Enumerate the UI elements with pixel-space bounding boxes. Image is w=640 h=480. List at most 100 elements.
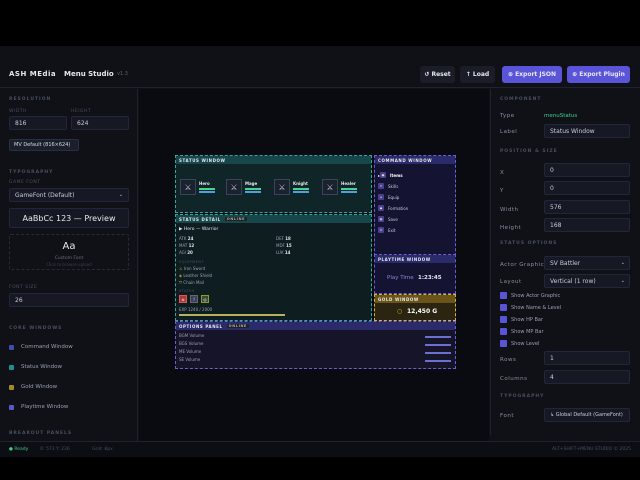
preset-chip[interactable]: MV Default (816×624) [9,139,79,151]
option-label: ME Volume [179,349,202,354]
width-input[interactable]: 816 [9,116,67,130]
swords-icon: ⚔ [180,179,196,195]
status-detail-window[interactable]: STATUS DETAIL ONLINE ▶ Hero — Warrior AT… [175,214,372,321]
command-item-items[interactable]: ▸ ▣ Items [378,170,403,180]
hero-line-text: Hero — Warrior [183,227,219,232]
window-item-playtime[interactable]: Playtime Window [9,399,131,415]
mp-bar [245,191,261,193]
options-panel-title-text: OPTIONS PANEL [179,323,223,329]
color-swatch [9,344,14,350]
stat-value: 24 [187,236,194,241]
font-select[interactable]: ↳ Global Default (GameFont) [544,408,630,422]
option-label: BGS Volume [179,341,204,346]
command-label: Formation [388,205,409,211]
stat-agi: AGI 20 [179,250,193,255]
command-item-equip[interactable]: ⚔ Equip [378,192,399,202]
height-label: Height [500,225,522,231]
option-label: BGM Volume [179,333,205,338]
window-item-status[interactable]: Status Window [9,359,131,375]
rows-input[interactable]: 1 [544,351,630,365]
command-label: Equip [388,194,400,200]
width-input[interactable]: 576 [544,200,630,214]
volume-bar[interactable] [425,352,451,354]
checkbox-show-level[interactable] [500,340,507,347]
option-row[interactable]: ME Volume [179,349,455,357]
command-window-title: COMMAND WINDOW [375,156,455,164]
game-font-select[interactable]: GameFont (Default) ⌄ [9,188,129,202]
chevron-down-icon: ⌄ [620,260,625,266]
swords-icon: ⚔ [322,179,338,195]
volume-bar[interactable] [425,360,451,362]
option-row[interactable]: SE Volume [179,357,455,365]
reset-button[interactable]: ↺ Reset [420,66,455,83]
equip-name: Leather Shield [183,273,213,278]
volume-bar[interactable] [425,336,451,338]
equip-item: ◈ Leather Shield [179,273,212,278]
formation-icon: ◆ [378,205,384,211]
top-bar: ASH MEdia Menu Studio v1.3 ↺ Reset ↑ Loa… [0,60,640,88]
status-detail-title-text: STATUS DETAIL [179,216,221,222]
save-icon: ▤ [378,216,384,222]
swords-icon: ⚔ [274,179,290,195]
status-options-section-title: STATUS OPTIONS [500,241,558,246]
chevron-down-icon: ⌄ [118,192,123,198]
stat-key: ATK [179,236,187,241]
option-row[interactable]: BGM Volume [179,333,455,341]
skill-icon: ✦ [378,183,384,189]
actor-graphic-select[interactable]: SV Battler ⌄ [544,256,630,270]
playtime-window[interactable]: PLAYTIME WINDOW Play Time 1:23:45 [374,254,456,294]
height-input[interactable]: 624 [71,116,129,130]
label-label: Label [500,129,518,135]
actor-slot: ⚔ Mage [226,179,274,199]
checkbox-show-mp-bar[interactable] [500,328,507,335]
editor-canvas[interactable]: STATUS WINDOW ⚔ Hero ⚔ Mage ⚔ Knight ⚔ H… [139,89,489,441]
custom-font-glyph: Aa [62,241,76,252]
options-panel[interactable]: OPTIONS PANEL ONLINE BGM Volume BGS Volu… [175,321,456,369]
export-json-button[interactable]: ⊕ Export JSON [502,66,562,83]
actor-graphic-label: Actor Graphic [500,262,545,268]
checkbox-show-actor-graphic[interactable] [500,292,507,299]
options-panel-title: OPTIONS PANEL ONLINE [176,322,455,330]
actor-slot: ⚔ Hero [180,179,228,199]
breakout-section-title: BREAKOUT PANELS [9,431,73,436]
window-item-command[interactable]: Command Window [9,339,131,355]
font-size-input[interactable]: 26 [9,293,129,307]
volume-bar[interactable] [425,344,451,346]
load-button[interactable]: ↑ Load [460,66,495,83]
type-label: Type [500,113,515,119]
mp-bar [293,191,309,193]
command-item-skills[interactable]: ✦ Skills [378,181,398,191]
label-input[interactable]: Status Window [544,124,630,138]
gold-window[interactable]: GOLD WINDOW ○ 12,450 G [374,294,456,321]
actor-slot: ⚔ Healer [322,179,370,199]
resolution-section-title: RESOLUTION [9,97,52,102]
command-window[interactable]: COMMAND WINDOW ▸ ▣ Items ✦ Skills ⚔ Equip ◆ F… [374,155,456,261]
color-swatch [9,384,14,390]
checkbox-show-name-level[interactable] [500,304,507,311]
custom-font-dropzone[interactable]: Aa Custom Font Click to browse upload [9,234,129,270]
exp-text: EXP 1240 / 2000 [179,307,213,312]
window-item-gold[interactable]: Gold Window [9,379,131,395]
layout-select[interactable]: Vertical (1 row) ⌄ [544,274,630,288]
status-window[interactable]: STATUS WINDOW ⚔ Hero ⚔ Mage ⚔ Knight ⚔ H… [175,155,372,213]
rows-label: Rows [500,357,517,363]
checkbox-show-hp-bar[interactable] [500,316,507,323]
window-item-label: Playtime Window [21,404,69,410]
actor-graphic-value: SV Battler [550,259,581,267]
y-input[interactable]: 0 [544,181,630,195]
stat-value: 12 [188,243,195,248]
equip-name: Chain Mail [183,280,205,285]
x-label: X [500,170,505,176]
stat-key: MAT [179,243,188,248]
x-input[interactable]: 0 [544,163,630,177]
columns-input[interactable]: 4 [544,370,630,384]
color-swatch [9,364,14,370]
actor-name: Hero [199,181,210,186]
command-item-formation[interactable]: ◆ Formation [378,203,408,213]
stat-atk: ATK 24 [179,236,193,241]
height-input[interactable]: 168 [544,218,630,232]
option-row[interactable]: BGS Volume [179,341,455,349]
export-plugin-button[interactable]: ⊕ Export Plugin [567,66,630,83]
command-item-save[interactable]: ▤ Save [378,214,398,224]
command-item-exit[interactable]: ⏻ Exit [378,225,396,235]
